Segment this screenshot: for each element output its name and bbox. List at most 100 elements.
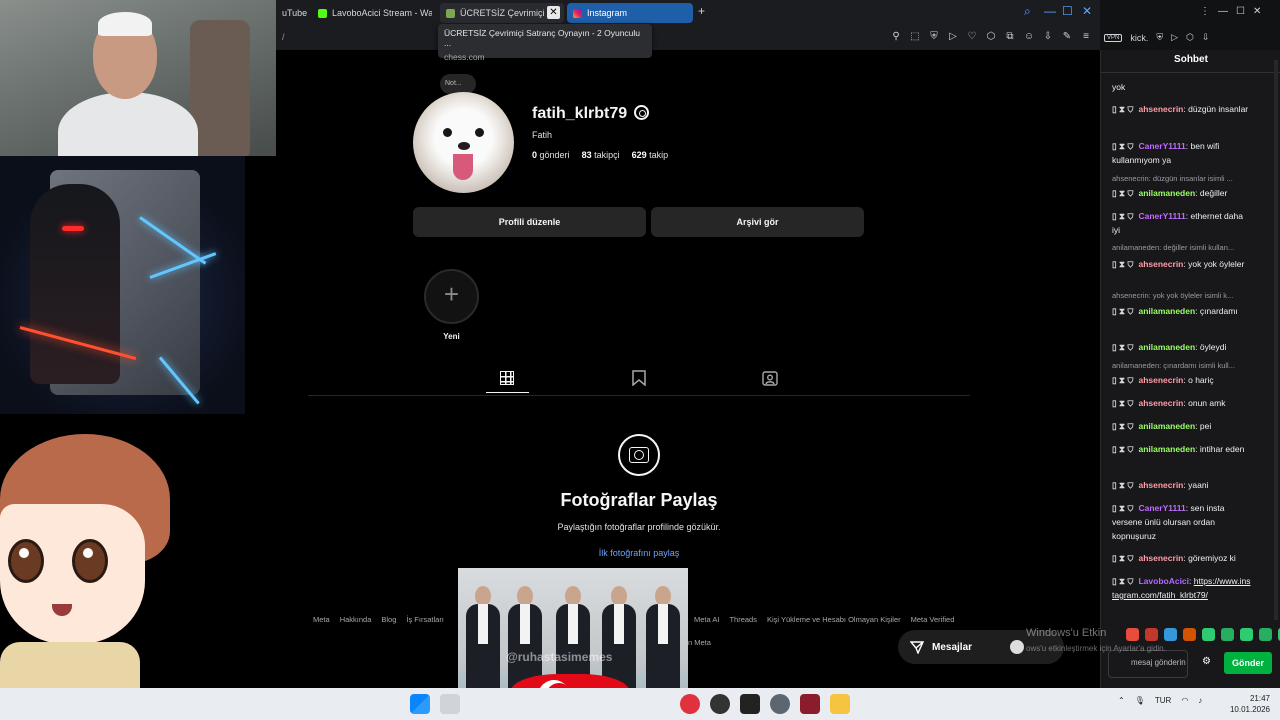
chat-username[interactable]: anilamaneden xyxy=(1138,188,1195,198)
send-button[interactable]: Gönder xyxy=(1224,652,1272,674)
view-archive-button[interactable]: Arşivi gör xyxy=(651,207,864,237)
chat-username[interactable]: ahsenecrin xyxy=(1138,375,1183,385)
tab-youtube[interactable]: uTube xyxy=(276,3,312,23)
extension-icon[interactable]: ⬡ xyxy=(985,31,997,42)
followers-stat[interactable]: 83 takipçi xyxy=(582,150,620,160)
chat-message: ▯ ⧗ ⛉ LavoboAcici: https://www.instagram.… xyxy=(1112,576,1251,600)
search-icon[interactable] xyxy=(440,694,460,714)
chat-username[interactable]: ahsenecrin xyxy=(1138,104,1183,114)
minimize-icon[interactable]: — xyxy=(1218,6,1228,17)
menu-dots-icon[interactable]: ⋮ xyxy=(1200,6,1210,17)
footer-link[interactable]: Blog xyxy=(381,615,396,624)
wifi-icon[interactable]: ◠ xyxy=(1181,696,1188,705)
profile-avatar[interactable] xyxy=(413,92,514,193)
heart-icon[interactable]: ♡ xyxy=(966,31,978,42)
following-stat[interactable]: 629 takip xyxy=(632,150,669,160)
emote-icon[interactable] xyxy=(1164,628,1177,641)
play-icon[interactable]: ▷ xyxy=(1171,32,1178,43)
extension-icon[interactable]: ⬡ xyxy=(1186,32,1194,43)
app-icon[interactable] xyxy=(740,694,760,714)
saved-icon[interactable] xyxy=(632,370,648,387)
valorant-icon[interactable] xyxy=(800,694,820,714)
chat-username[interactable]: ahsenecrin xyxy=(1138,259,1183,269)
chat-username[interactable]: CanerY1111 xyxy=(1138,503,1185,513)
tagged-icon[interactable] xyxy=(762,370,778,386)
address-bar[interactable]: / ⚲ ⬚ ⛨ ▷ ♡ ⬡ ⧉ ☺ ⇩ ✎ ≡ xyxy=(276,26,1100,50)
ai-icon[interactable]: ✎ xyxy=(1061,31,1073,42)
close-icon[interactable]: ✕ xyxy=(547,6,560,19)
emote-icon[interactable] xyxy=(1221,628,1234,641)
chat-username[interactable]: ahsenecrin xyxy=(1138,398,1183,408)
new-highlight-button[interactable]: + xyxy=(424,269,479,324)
shield-icon[interactable]: ⛨ xyxy=(928,31,940,42)
settings-icon[interactable] xyxy=(770,694,790,714)
footer-link[interactable]: İş Fırsatları xyxy=(406,615,444,624)
volume-icon[interactable]: ♪ xyxy=(1198,696,1202,705)
grid-icon[interactable] xyxy=(500,371,514,385)
vpn-icon[interactable]: VPN xyxy=(1104,33,1123,42)
share-first-photo-link[interactable]: İlk fotoğrafını paylaş xyxy=(520,548,758,558)
emote-icon[interactable] xyxy=(1183,628,1196,641)
opera-icon[interactable] xyxy=(680,694,700,714)
footer-link[interactable]: Meta Verified xyxy=(911,615,955,624)
puzzle-icon[interactable]: ⧉ xyxy=(1004,31,1016,42)
chevron-up-icon[interactable]: ⌃ xyxy=(1118,696,1125,705)
footer-link[interactable]: Meta xyxy=(313,615,330,624)
footer-link[interactable]: Meta AI xyxy=(694,615,719,624)
chat-username[interactable]: ahsenecrin xyxy=(1138,480,1183,490)
chat-username[interactable]: ahsenecrin xyxy=(1138,553,1183,563)
search-icon[interactable]: ⌕ xyxy=(1024,4,1031,19)
active-tab-indicator xyxy=(486,392,529,393)
chat-message-input[interactable]: mesaj gönderin xyxy=(1108,650,1188,678)
emote-icon[interactable] xyxy=(1202,628,1215,641)
chat-username[interactable]: anilamaneden xyxy=(1138,444,1195,454)
chat-username[interactable]: CanerY1111 xyxy=(1138,211,1185,221)
tab-chess[interactable]: ÜCRETSİZ Çevrimiçi S xyxy=(440,3,564,23)
download-icon[interactable]: ⇩ xyxy=(1202,32,1210,43)
emote-icon[interactable] xyxy=(1240,628,1253,641)
microphone-icon[interactable]: 🎙 xyxy=(1135,696,1145,705)
close-icon[interactable]: ✕ xyxy=(1253,6,1261,17)
download-icon[interactable]: ⇩ xyxy=(1042,31,1054,42)
obs-icon[interactable] xyxy=(710,694,730,714)
chat-scrollbar[interactable] xyxy=(1274,60,1278,620)
footer-link[interactable]: Threads xyxy=(729,615,757,624)
empty-state-title: Fotoğraflar Paylaş xyxy=(560,490,718,510)
folder-icon[interactable] xyxy=(830,694,850,714)
close-window-icon[interactable]: ✕ xyxy=(1082,4,1092,18)
emote-icon[interactable] xyxy=(1145,628,1158,641)
chat-username[interactable]: anilamaneden xyxy=(1138,342,1195,352)
badge-icons: ▯ ⧗ ⛉ xyxy=(1112,342,1134,352)
profile-icon[interactable]: ☺ xyxy=(1023,31,1035,42)
chat-header: Sohbet xyxy=(1174,54,1208,65)
chat-username[interactable]: anilamaneden xyxy=(1138,421,1195,431)
emote-icon[interactable] xyxy=(1126,628,1139,641)
settings-icon[interactable] xyxy=(634,105,649,120)
footer-link[interactable]: Kişi Yükleme ve Hesabı Olmayan Kişiler xyxy=(767,615,901,624)
pin-icon[interactable]: ⚲ xyxy=(890,31,902,42)
chat-username[interactable]: CanerY1111 xyxy=(1138,141,1185,151)
chat-username[interactable]: anilamaneden xyxy=(1138,306,1195,316)
new-tab-icon[interactable]: + xyxy=(698,4,705,18)
screenshot-icon[interactable]: ⬚ xyxy=(909,31,921,42)
footer-link[interactable]: Hakkında xyxy=(340,615,372,624)
following-label: takip xyxy=(649,150,669,160)
edit-profile-button[interactable]: Profili düzenle xyxy=(413,207,646,237)
anime-eye xyxy=(72,539,108,583)
windows-start-icon[interactable] xyxy=(410,694,430,714)
gear-icon[interactable]: ⚙ xyxy=(1202,656,1211,667)
taskbar-clock[interactable]: 21:47 10.01.2026 xyxy=(1226,693,1270,715)
menu-icon[interactable]: ≡ xyxy=(1080,31,1092,42)
minimize-icon[interactable]: — xyxy=(1044,4,1056,18)
play-icon[interactable]: ▷ xyxy=(947,31,959,42)
tab-lavoboacici-stream[interactable]: LavoboAcici Stream - Wat xyxy=(312,3,432,23)
instagram-icon xyxy=(573,8,582,18)
chat-username[interactable]: LavoboAcici xyxy=(1138,576,1189,586)
tab-instagram[interactable]: Instagram xyxy=(567,3,693,23)
maximize-icon[interactable]: ☐ xyxy=(1236,6,1245,17)
language-indicator[interactable]: TUR xyxy=(1155,696,1171,705)
maximize-icon[interactable]: ☐ xyxy=(1062,4,1073,18)
shield-icon[interactable]: ⛨ xyxy=(1156,32,1163,43)
emote-icon[interactable] xyxy=(1259,628,1272,641)
note-bubble[interactable]: Not... xyxy=(440,74,476,94)
